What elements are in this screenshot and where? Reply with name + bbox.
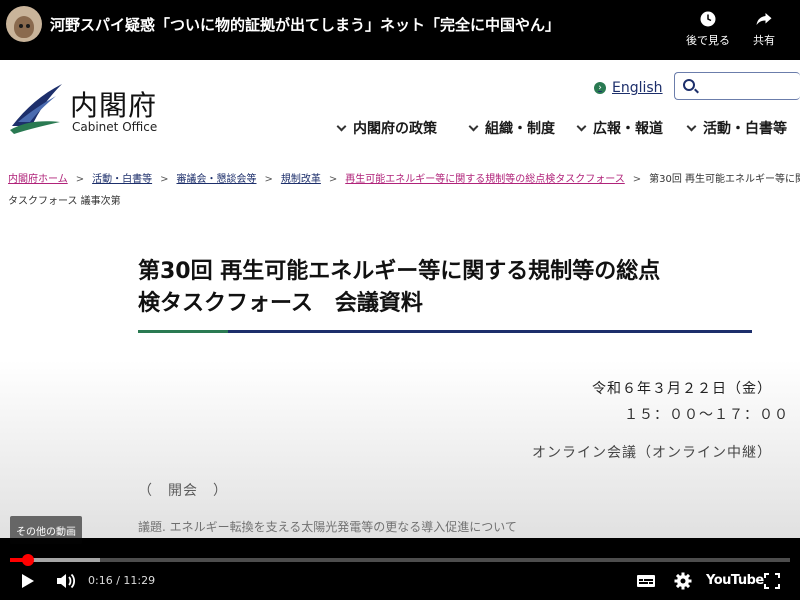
fullscreen-icon[interactable] [764, 572, 780, 590]
share-arrow-icon [756, 13, 772, 25]
opening-line: （ 開会 ） [138, 483, 228, 499]
search-icon [683, 79, 695, 91]
video-title[interactable]: 河野スパイ疑惑「ついに物的証拠が出てしまう」ネット「完全に中国やん」 [50, 14, 560, 35]
breadcrumb-home[interactable]: 内閣府ホーム [8, 174, 68, 185]
page-title-line2: 検タスクフォース 会議資料 [138, 291, 423, 316]
progress-bar[interactable] [10, 554, 790, 566]
meeting-type: オンライン会議（オンライン中継） [532, 445, 772, 461]
breadcrumb-separator: > [160, 174, 169, 185]
chevron-down-icon [336, 121, 347, 131]
breadcrumb-separator: > [328, 174, 338, 185]
nav-label: 内閣府の政策 [353, 121, 437, 137]
english-link[interactable]: › English [594, 80, 663, 96]
breadcrumb-taskforce[interactable]: 再生可能エネルギー等に関する規制等の総点検タスクフォース [345, 174, 625, 185]
breadcrumb: 内閣府ホーム > 活動・白書等 > 審議会・懇談会等 > 規制改革 > 再生可能エネルギー等に関… [8, 170, 800, 185]
avatar-eye-right [26, 24, 30, 28]
site-search[interactable] [674, 72, 800, 100]
breadcrumb-current: 第30回 再生可能エネルギー等に関する [649, 174, 800, 185]
watch-later-label: 後で見る [686, 34, 730, 47]
player-controls [0, 538, 800, 600]
nav-label: 広報・報道 [593, 121, 663, 137]
avatar-eye-left [19, 24, 23, 28]
nav-label: 組織・制度 [485, 121, 555, 137]
nav-organization[interactable]: 組織・制度 [468, 116, 555, 140]
progress-scrub-handle[interactable] [21, 554, 34, 566]
share-label: 共有 [753, 34, 775, 47]
site-logo-en: Cabinet Office [72, 120, 158, 134]
meeting-date: 令和６年３月２２日（金） [592, 381, 772, 397]
volume-icon[interactable] [56, 572, 76, 590]
breadcrumb-activities[interactable]: 活動・白書等 [92, 174, 152, 185]
page-title: 第30回 再生可能エネルギー等に関する規制等の総点 検タスクフォース 会議資料 [138, 256, 758, 320]
nav-press[interactable]: 広報・報道 [576, 116, 663, 140]
breadcrumb-separator: > [632, 174, 642, 185]
watch-later-button[interactable]: 後で見る [680, 10, 736, 48]
nav-activities[interactable]: 活動・白書等 [686, 116, 787, 140]
nav-policies[interactable]: 内閣府の政策 [336, 116, 437, 140]
clock-icon [700, 11, 716, 27]
breadcrumb-current-continued: タスクフォース 議事次第 [8, 196, 121, 207]
video-frame-webpage: 内閣府 Cabinet Office › English 内閣府の政策 組織・制… [0, 60, 800, 538]
video-top-bar: 河野スパイ疑惑「ついに物的証拠が出てしまう」ネット「完全に中国やん」 後で見る … [0, 0, 800, 60]
search-input[interactable] [701, 76, 797, 96]
youtube-logo[interactable]: YouTube [706, 573, 764, 588]
breadcrumb-councils[interactable]: 審議会・懇談会等 [176, 174, 256, 185]
chevron-down-icon [686, 121, 697, 131]
title-divider [138, 330, 752, 333]
breadcrumb-separator: > [75, 174, 85, 185]
breadcrumb-separator: > [264, 174, 273, 185]
cabinet-office-logo-icon [10, 84, 62, 134]
chevron-down-icon [576, 121, 587, 131]
time-display: 0:16 / 11:29 [88, 574, 156, 587]
title-divider-accent [138, 330, 228, 333]
subtitles-icon[interactable] [636, 572, 656, 590]
agenda-line: 議題. エネルギー転換を支える太陽光発電等の更なる導入促進について [138, 520, 517, 534]
chevron-right-circle-icon: › [594, 82, 606, 94]
share-button[interactable]: 共有 [736, 10, 792, 48]
english-link-label: English [612, 80, 663, 96]
play-icon[interactable] [20, 572, 36, 590]
nav-label: 活動・白書等 [703, 121, 787, 137]
channel-avatar[interactable] [6, 6, 42, 42]
breadcrumb-regulatory-reform[interactable]: 規制改革 [281, 174, 321, 185]
meeting-time: １５：００～１７：００ [624, 407, 789, 423]
gear-icon[interactable] [674, 572, 692, 590]
site-logo-jp[interactable]: 内閣府 [70, 84, 157, 124]
page-title-line1: 第30回 再生可能エネルギー等に関する規制等の総点 [138, 259, 661, 284]
avatar-face [14, 16, 34, 38]
chevron-down-icon [468, 121, 479, 131]
